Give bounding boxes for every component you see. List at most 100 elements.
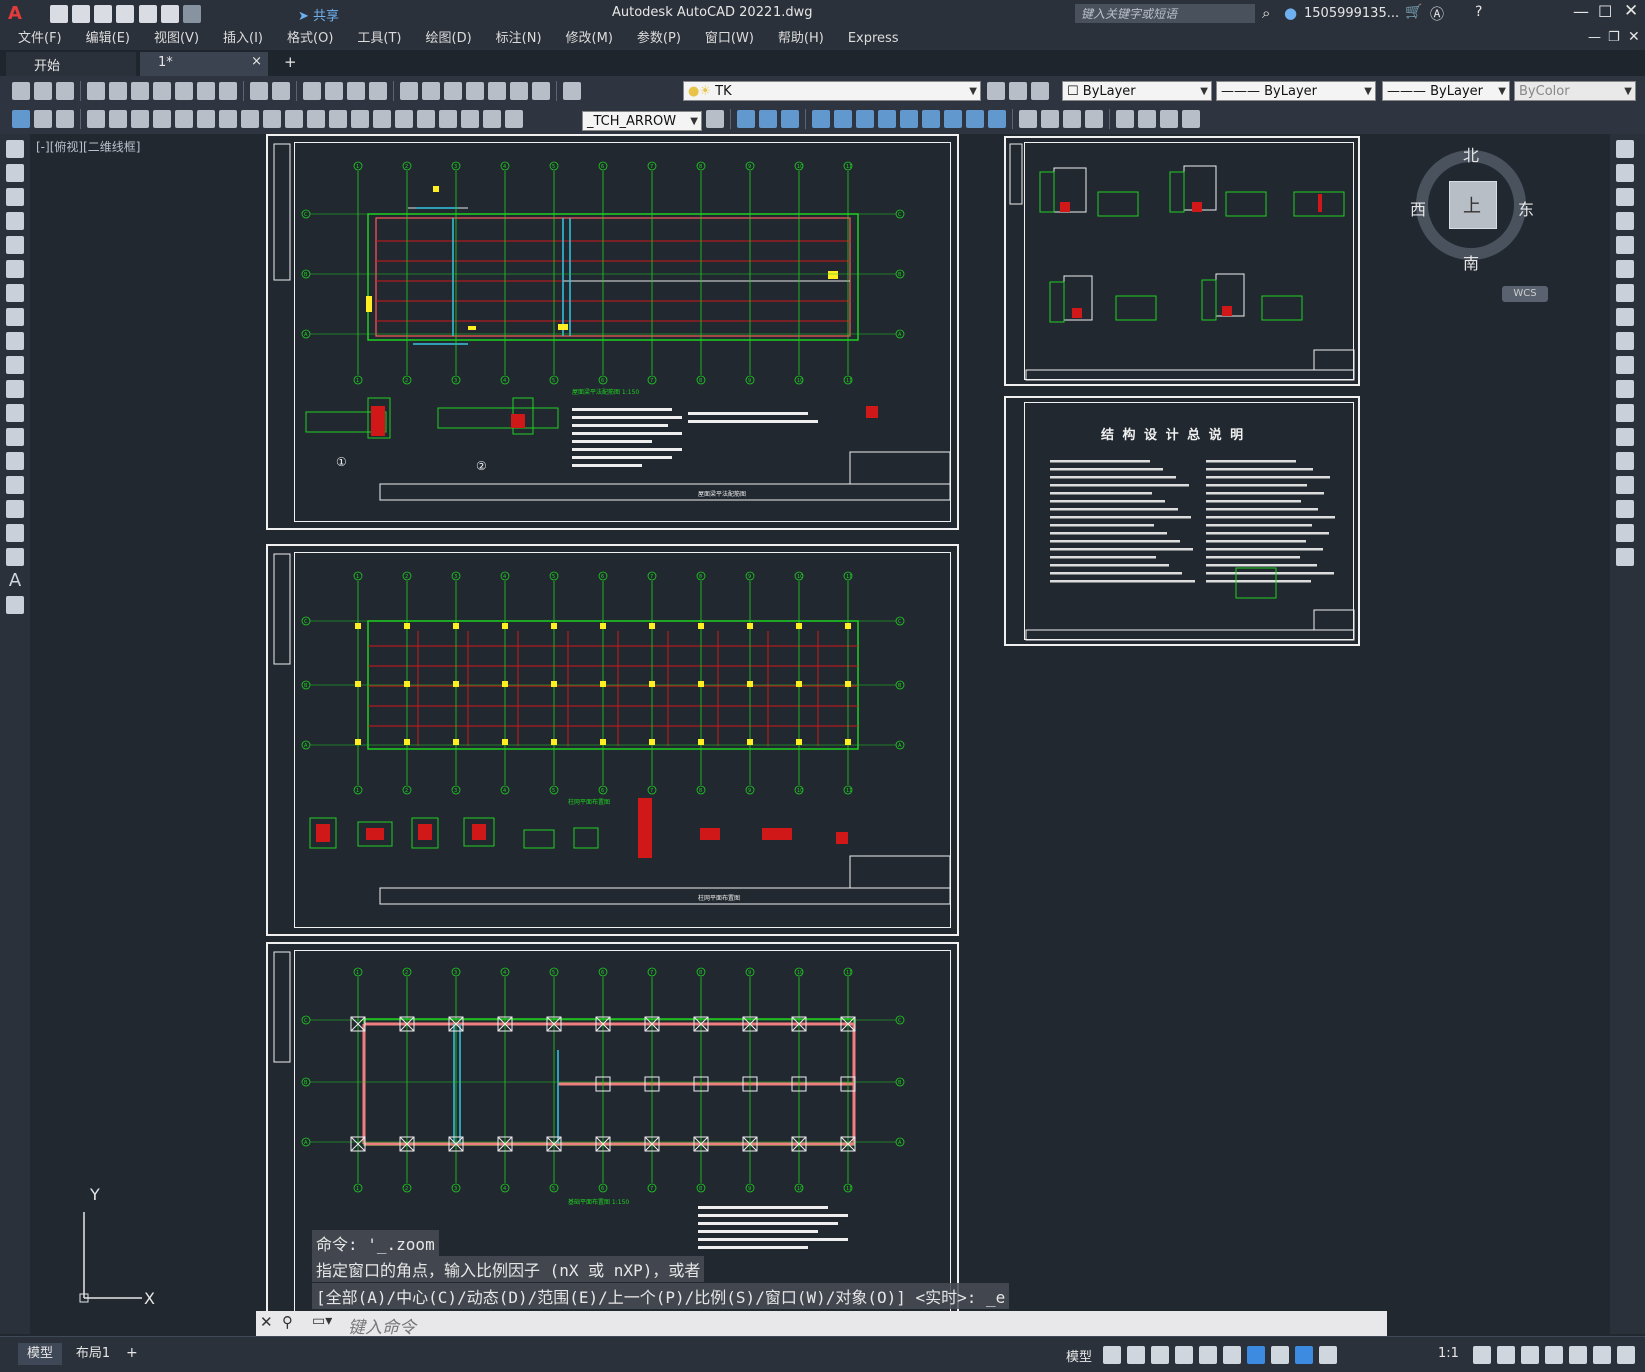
rectangle-icon[interactable] <box>6 236 24 254</box>
viewcube-north[interactable]: 北 <box>1463 142 1479 166</box>
viewcube-face[interactable]: 上 <box>1449 181 1497 229</box>
quick-properties-icon[interactable] <box>1545 1346 1563 1364</box>
sheetset-icon[interactable] <box>466 82 484 100</box>
doc-minimize-icon[interactable]: — <box>1588 30 1601 45</box>
leaders-front-icon[interactable] <box>966 110 984 128</box>
open-icon[interactable] <box>34 82 52 100</box>
send-under-icon[interactable] <box>900 110 918 128</box>
command-customize-icon[interactable]: ⚲ <box>282 1313 293 1331</box>
chamfer-icon[interactable] <box>1616 476 1634 494</box>
command-input[interactable]: 键入命令 <box>348 1313 416 1338</box>
grid-icon[interactable] <box>1103 1346 1121 1364</box>
break-point-icon[interactable] <box>1616 404 1634 422</box>
calculator-icon[interactable] <box>510 82 528 100</box>
menu-item[interactable]: 编辑(E) <box>74 28 142 50</box>
isolate-objects-icon[interactable] <box>1569 1346 1587 1364</box>
xref-icon[interactable] <box>34 110 52 128</box>
table-icon[interactable] <box>6 548 24 566</box>
doc-restore-icon[interactable]: ❐ <box>1608 30 1620 45</box>
autodesk-app-icon[interactable]: Ⓐ <box>1430 4 1444 24</box>
insert-block-icon[interactable] <box>12 110 30 128</box>
add-layout-icon[interactable]: + <box>126 1345 138 1361</box>
polar-icon[interactable] <box>1175 1346 1193 1364</box>
command-recent-icon[interactable]: ▭▾ <box>312 1313 332 1329</box>
menu-item[interactable]: 格式(O) <box>275 28 345 50</box>
arc-icon[interactable] <box>6 260 24 278</box>
polygon-icon[interactable] <box>6 212 24 230</box>
group-icon[interactable] <box>1116 110 1134 128</box>
search-box[interactable]: 键入关键字或短语 <box>1075 4 1255 23</box>
polyline-icon[interactable] <box>6 188 24 206</box>
plotstyle-combo[interactable]: ByColor ▼ <box>1514 81 1636 101</box>
search-icon[interactable]: ⌕ <box>1262 4 1270 22</box>
save-icon[interactable] <box>94 5 113 23</box>
snap-icon[interactable] <box>1127 1346 1145 1364</box>
menu-item[interactable]: Express <box>836 28 911 50</box>
make-block-icon[interactable] <box>6 428 24 446</box>
viewport-controls[interactable]: [-][俯视][二维线框] <box>36 138 140 155</box>
hatch-back-icon[interactable] <box>988 110 1006 128</box>
copy-icon[interactable] <box>175 82 193 100</box>
lineweight-combo[interactable]: ——— ByLayer ▼ <box>1382 81 1510 101</box>
dim-text-edit-icon[interactable] <box>483 110 501 128</box>
minimize-icon[interactable]: — <box>1573 2 1589 21</box>
help-icon[interactable]: ? <box>1475 4 1482 20</box>
menu-item[interactable]: 绘图(D) <box>414 28 484 50</box>
menu-item[interactable]: 工具(T) <box>345 28 413 50</box>
user-name[interactable]: 1505999135... <box>1304 6 1399 21</box>
menu-item[interactable]: 参数(P) <box>625 28 693 50</box>
extend-icon[interactable] <box>1616 380 1634 398</box>
blend-icon[interactable] <box>1616 524 1634 542</box>
dim-angular-icon[interactable] <box>241 110 259 128</box>
menu-item[interactable]: 窗口(W) <box>693 28 766 50</box>
publish-icon[interactable] <box>131 82 149 100</box>
offset-icon[interactable] <box>1616 212 1634 230</box>
ortho-icon[interactable] <box>1151 1346 1169 1364</box>
dim-break-icon[interactable] <box>351 110 369 128</box>
inspect-icon[interactable] <box>417 110 435 128</box>
move-icon[interactable] <box>1616 260 1634 278</box>
mtext-icon[interactable]: A <box>6 572 24 590</box>
dim-ordinate-icon[interactable] <box>153 110 171 128</box>
print-icon[interactable] <box>87 82 105 100</box>
group-edit-icon[interactable] <box>1160 110 1178 128</box>
layer-previous-icon[interactable] <box>987 82 1005 100</box>
otrack-icon[interactable] <box>1223 1346 1241 1364</box>
layer-manager-icon[interactable] <box>563 82 581 100</box>
dim-linear-icon[interactable] <box>87 110 105 128</box>
paste-icon[interactable] <box>197 82 215 100</box>
draworder-icon[interactable] <box>812 110 830 128</box>
tool-palettes-icon[interactable] <box>444 82 462 100</box>
insert-icon[interactable] <box>6 404 24 422</box>
view-back-icon[interactable] <box>759 110 777 128</box>
scale-icon[interactable] <box>1616 308 1634 326</box>
lineweight-icon[interactable] <box>1271 1346 1289 1364</box>
annotation-monitor-icon[interactable] <box>1497 1346 1515 1364</box>
stretch-icon[interactable] <box>1616 332 1634 350</box>
isodraft-icon[interactable] <box>1199 1346 1217 1364</box>
pan-icon[interactable] <box>303 82 321 100</box>
viewcube-south[interactable]: 南 <box>1463 250 1479 274</box>
undo-icon[interactable] <box>160 5 179 23</box>
dim-jogged-icon[interactable] <box>197 110 215 128</box>
drawing-canvas[interactable]: [-][俯视][二维线框] 1 1 2 2 3 3 4 4 5 5 6 6 7 7 8 8 9 9 10 10 11 11… <box>30 134 1610 1334</box>
autocad-logo-icon[interactable]: A <box>8 3 22 24</box>
view-front-icon[interactable] <box>737 110 755 128</box>
clean-screen-icon[interactable] <box>1593 1346 1611 1364</box>
trim-icon[interactable] <box>1616 356 1634 374</box>
copy-object-icon[interactable] <box>1616 164 1634 182</box>
viewcube-east[interactable]: 东 <box>1518 196 1534 220</box>
hatch-icon[interactable] <box>6 476 24 494</box>
plot-icon[interactable] <box>138 5 157 23</box>
customization-menu-icon[interactable] <box>1617 1346 1635 1364</box>
spline-icon[interactable] <box>6 332 24 350</box>
open-file-icon[interactable] <box>72 5 91 23</box>
workspace-gear-icon[interactable] <box>1473 1346 1491 1364</box>
preview-icon[interactable] <box>109 82 127 100</box>
designcenter-icon[interactable] <box>422 82 440 100</box>
jogged-linear-icon[interactable] <box>439 110 457 128</box>
tab-model[interactable]: 模型 <box>18 1343 62 1365</box>
cart-icon[interactable]: 🛒 <box>1405 4 1422 20</box>
new-tab-icon[interactable]: + <box>284 53 297 71</box>
linetype-combo[interactable]: ——— ByLayer ▼ <box>1216 81 1376 101</box>
